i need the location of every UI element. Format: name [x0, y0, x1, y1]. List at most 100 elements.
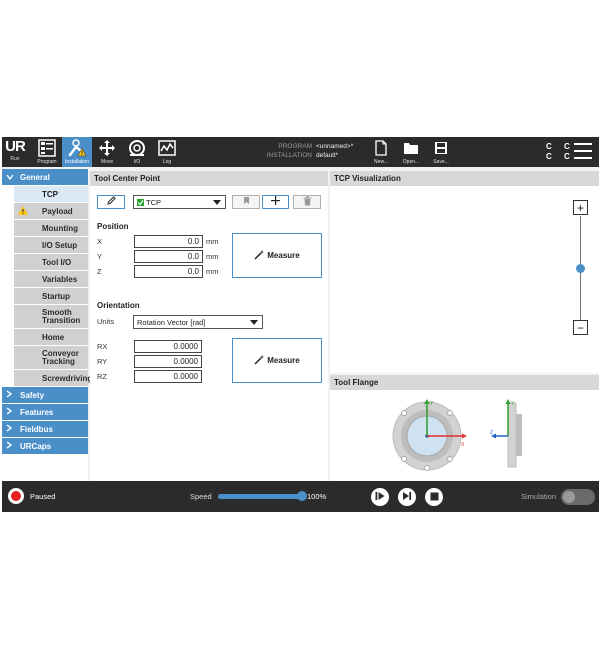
sidebar-item-io-setup[interactable]: I/O Setup	[14, 237, 88, 253]
tool-flange-diagram: Y X Y Z	[392, 399, 522, 471]
measure-position-label: Measure	[267, 251, 300, 260]
log-tab-label: Log	[162, 159, 172, 165]
sidebar-item-label: Screwdriving	[42, 373, 93, 383]
x-unit: mm	[206, 237, 219, 246]
bookmark-icon	[243, 196, 250, 208]
sidebar-section-label: Features	[20, 407, 54, 417]
zoom-out-button[interactable]: −	[573, 320, 588, 335]
top-toolbar: UR Run Program Installation Move I/O Log…	[2, 137, 599, 167]
tcp-visualization-title: TCP Visualization	[330, 171, 599, 186]
speed-slider-fill	[218, 494, 302, 499]
sidebar-section-fieldbus[interactable]: Fieldbus	[2, 421, 88, 437]
io-tab[interactable]: I/O	[122, 137, 152, 167]
play-button[interactable]	[371, 488, 389, 506]
speed-slider-knob[interactable]	[297, 491, 307, 501]
step-forward-icon	[402, 488, 412, 506]
log-chart-icon	[158, 137, 176, 159]
magic-wand-icon	[254, 249, 265, 262]
sidebar-item-payload[interactable]: Payload	[14, 203, 88, 219]
program-key: PROGRAM	[278, 143, 312, 150]
sidebar-item-label: Tool I/O	[42, 257, 72, 267]
sidebar-item-screwdriving[interactable]: Screwdriving	[14, 370, 92, 386]
open-button[interactable]: Open...	[398, 137, 424, 167]
x-label: X	[97, 237, 103, 246]
save-button[interactable]: Save...	[428, 137, 454, 167]
flange-front-view	[392, 399, 467, 471]
sidebar-section-safety[interactable]: Safety	[2, 387, 88, 403]
sidebar-item-smooth-transition[interactable]: Smooth Transition	[14, 305, 88, 328]
y-unit: mm	[206, 252, 219, 261]
simulation-toggle[interactable]	[561, 489, 595, 505]
set-default-tcp-button[interactable]	[232, 195, 260, 209]
tcp-select[interactable]: TCP	[133, 195, 226, 209]
ry-input[interactable]: 0.0000	[134, 355, 202, 368]
z-input[interactable]: 0.0	[134, 265, 203, 278]
dropdown-arrow-icon	[250, 320, 258, 325]
save-button-label: Save...	[433, 159, 449, 165]
orientation-units-select[interactable]: Rotation Vector [rad]	[133, 315, 263, 329]
move-tab[interactable]: Move	[92, 137, 122, 167]
pencil-icon	[106, 196, 116, 208]
measure-orientation-button[interactable]: Measure	[232, 338, 322, 383]
new-button[interactable]: New...	[368, 137, 394, 167]
save-disk-icon	[434, 137, 448, 159]
position-heading: Position	[97, 222, 129, 231]
zoom-in-button[interactable]: +	[573, 200, 588, 215]
trash-icon	[303, 195, 312, 209]
warning-icon	[18, 206, 28, 217]
rx-input[interactable]: 0.0000	[134, 340, 202, 353]
tool-flange-title: Tool Flange	[330, 375, 599, 390]
y-input[interactable]: 0.0	[134, 250, 203, 263]
measure-orientation-label: Measure	[267, 356, 300, 365]
sidebar-section-features[interactable]: Features	[2, 404, 88, 420]
program-tab[interactable]: Program	[32, 137, 62, 167]
stop-button[interactable]	[425, 488, 443, 506]
sidebar-item-label: Startup	[42, 291, 70, 301]
tcp-panel-title: Tool Center Point	[90, 171, 328, 186]
sidebar-section-label: Safety	[20, 390, 45, 400]
add-tcp-button[interactable]	[262, 195, 289, 209]
sidebar-item-tcp[interactable]: TCP	[14, 186, 88, 202]
program-tab-label: Program	[37, 159, 57, 165]
sidebar-item-label: Home	[42, 332, 65, 342]
installation-tab[interactable]: Installation	[62, 137, 92, 167]
sidebar-section-general[interactable]: General	[2, 169, 88, 185]
hamburger-menu-icon[interactable]	[574, 143, 592, 159]
log-tab[interactable]: Log	[152, 137, 182, 167]
sidebar-item-home[interactable]: Home	[14, 329, 88, 345]
default-tcp-check-icon	[137, 198, 144, 206]
ur-logo[interactable]: UR Run	[4, 138, 26, 166]
speed-slider[interactable]	[218, 491, 307, 501]
new-button-label: New...	[374, 159, 388, 165]
sidebar-item-conveyor-tracking[interactable]: Conveyor Tracking	[14, 346, 88, 369]
x-input[interactable]: 0.0	[134, 235, 203, 248]
polyscope-window: UR Run Program Installation Move I/O Log…	[2, 137, 599, 512]
ur-logo-icon: UR	[5, 138, 26, 155]
chevron-right-icon	[6, 441, 16, 451]
speed-value: 100%	[307, 492, 327, 501]
rz-input[interactable]: 0.0000	[134, 370, 202, 383]
installation-sidebar: General TCP Payload Mounting I/O Setup T…	[2, 169, 92, 481]
y-label: Y	[97, 252, 103, 261]
open-button-label: Open...	[402, 159, 420, 165]
front-x-axis-label: X	[461, 442, 465, 448]
sidebar-section-urcaps[interactable]: URCaps	[2, 438, 88, 454]
measure-position-button[interactable]: Measure	[232, 233, 322, 278]
installation-key: INSTALLATION	[266, 152, 312, 159]
power-status-icon[interactable]	[8, 488, 24, 504]
magic-wand-icon	[254, 354, 265, 367]
io-tab-label: I/O	[133, 159, 141, 165]
sidebar-item-variables[interactable]: Variables	[14, 271, 88, 287]
step-button[interactable]	[398, 488, 416, 506]
move-tab-label: Move	[100, 159, 114, 165]
sidebar-section-label: General	[20, 172, 50, 182]
chevron-right-icon	[6, 424, 16, 434]
rename-tcp-button[interactable]	[97, 195, 125, 209]
sidebar-item-mounting[interactable]: Mounting	[14, 220, 88, 236]
sidebar-item-startup[interactable]: Startup	[14, 288, 88, 304]
delete-tcp-button[interactable]	[293, 195, 321, 209]
zoom-slider-knob[interactable]	[576, 263, 585, 273]
sidebar-item-tool-io[interactable]: Tool I/O	[14, 254, 88, 270]
program-info: PROGRAM <unnamed>* INSTALLATION default*	[264, 142, 354, 160]
play-pause-icon	[375, 488, 385, 506]
